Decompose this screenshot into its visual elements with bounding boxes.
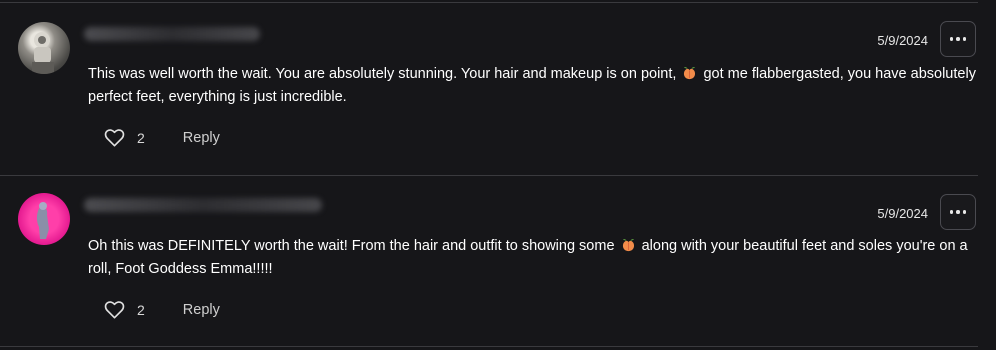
more-options-icon (949, 210, 967, 214)
comment-date: 5/9/2024 (877, 206, 928, 221)
comment-text-part: Oh this was DEFINITELY worth the wait! F… (88, 238, 615, 254)
avatar[interactable] (18, 193, 70, 245)
avatar[interactable] (18, 22, 70, 74)
comment-date: 5/9/2024 (877, 33, 928, 48)
comment-text-part: This was well worth the wait. You are ab… (88, 66, 677, 82)
comment-text: Oh this was DEFINITELY worth the wait! F… (88, 235, 978, 281)
heart-icon (104, 129, 125, 147)
like-button[interactable]: 2 (104, 300, 145, 319)
peach-emoji (684, 67, 696, 80)
reply-button[interactable]: Reply (183, 130, 220, 146)
top-divider (0, 2, 978, 3)
bottom-divider (0, 346, 978, 347)
reply-button[interactable]: Reply (183, 302, 220, 318)
comment-actions: 2 Reply (104, 128, 220, 147)
peach-emoji (622, 239, 634, 252)
more-options-icon (949, 37, 967, 41)
comment-actions: 2 Reply (104, 300, 220, 319)
heart-icon (104, 301, 125, 319)
more-options-button[interactable] (940, 194, 976, 230)
username-redacted (84, 27, 260, 41)
comment-divider (0, 175, 978, 176)
like-count: 2 (137, 301, 145, 318)
like-button[interactable]: 2 (104, 128, 145, 147)
comment-text: This was well worth the wait. You are ab… (88, 63, 978, 109)
username-redacted (84, 198, 322, 212)
more-options-button[interactable] (940, 21, 976, 57)
like-count: 2 (137, 129, 145, 146)
